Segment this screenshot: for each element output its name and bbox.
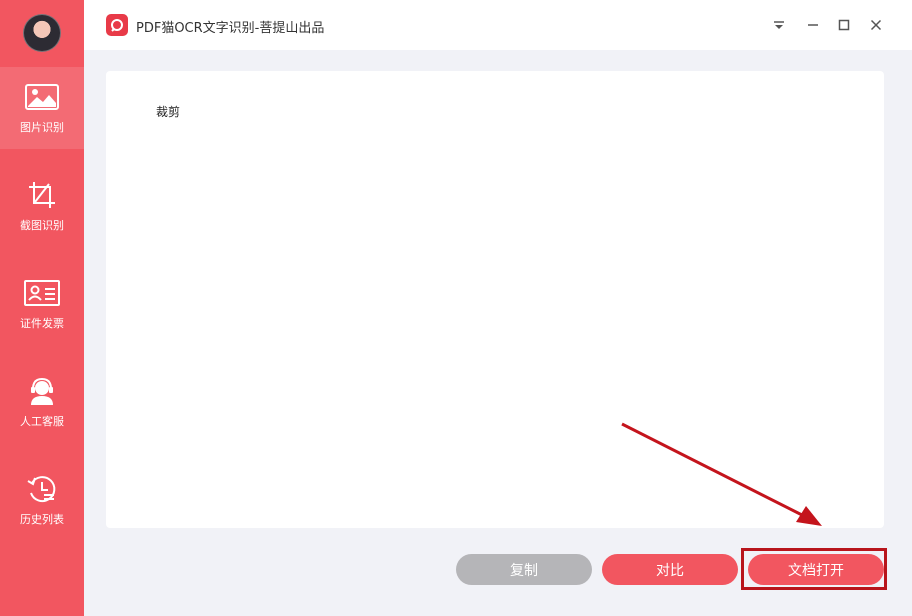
sidebar-item-label: 证件发票 xyxy=(20,317,64,330)
minimize-icon[interactable] xyxy=(804,16,822,34)
sidebar-item-customer-service[interactable]: 人工客服 xyxy=(0,361,84,443)
id-card-icon xyxy=(22,275,62,311)
compare-button[interactable]: 对比 xyxy=(602,554,738,585)
window-title: PDF猫OCR文字识别-菩提山出品 xyxy=(136,21,325,36)
ocr-result-panel[interactable]: 裁剪 xyxy=(106,71,884,528)
sidebar-item-label: 人工客服 xyxy=(20,415,64,428)
sidebar-item-label: 截图识别 xyxy=(20,219,64,232)
sidebar-item-id-invoice[interactable]: 证件发票 xyxy=(0,263,84,345)
sidebar: 图片识别 截图识别 证件发票 人工客服 历史列表 xyxy=(0,0,84,616)
image-icon xyxy=(22,79,62,115)
history-icon xyxy=(22,471,62,507)
sidebar-item-image-recognition[interactable]: 图片识别 xyxy=(0,67,84,149)
annotation-highlight-box xyxy=(741,548,887,590)
customer-service-icon xyxy=(22,373,62,409)
copy-button[interactable]: 复制 xyxy=(456,554,592,585)
close-icon[interactable] xyxy=(867,16,885,34)
ocr-result-text[interactable]: 裁剪 xyxy=(156,103,180,120)
title-bar: PDF猫OCR文字识别-菩提山出品 xyxy=(84,0,912,50)
maximize-icon[interactable] xyxy=(835,16,853,34)
sidebar-item-label: 图片识别 xyxy=(20,121,64,134)
sidebar-item-screenshot-recognition[interactable]: 截图识别 xyxy=(0,165,84,247)
sidebar-item-label: 历史列表 xyxy=(20,513,64,526)
sidebar-item-history[interactable]: 历史列表 xyxy=(0,459,84,541)
dropdown-icon[interactable] xyxy=(770,16,788,34)
app-logo-icon xyxy=(106,14,128,36)
avatar[interactable] xyxy=(23,14,61,52)
crop-icon xyxy=(22,177,62,213)
